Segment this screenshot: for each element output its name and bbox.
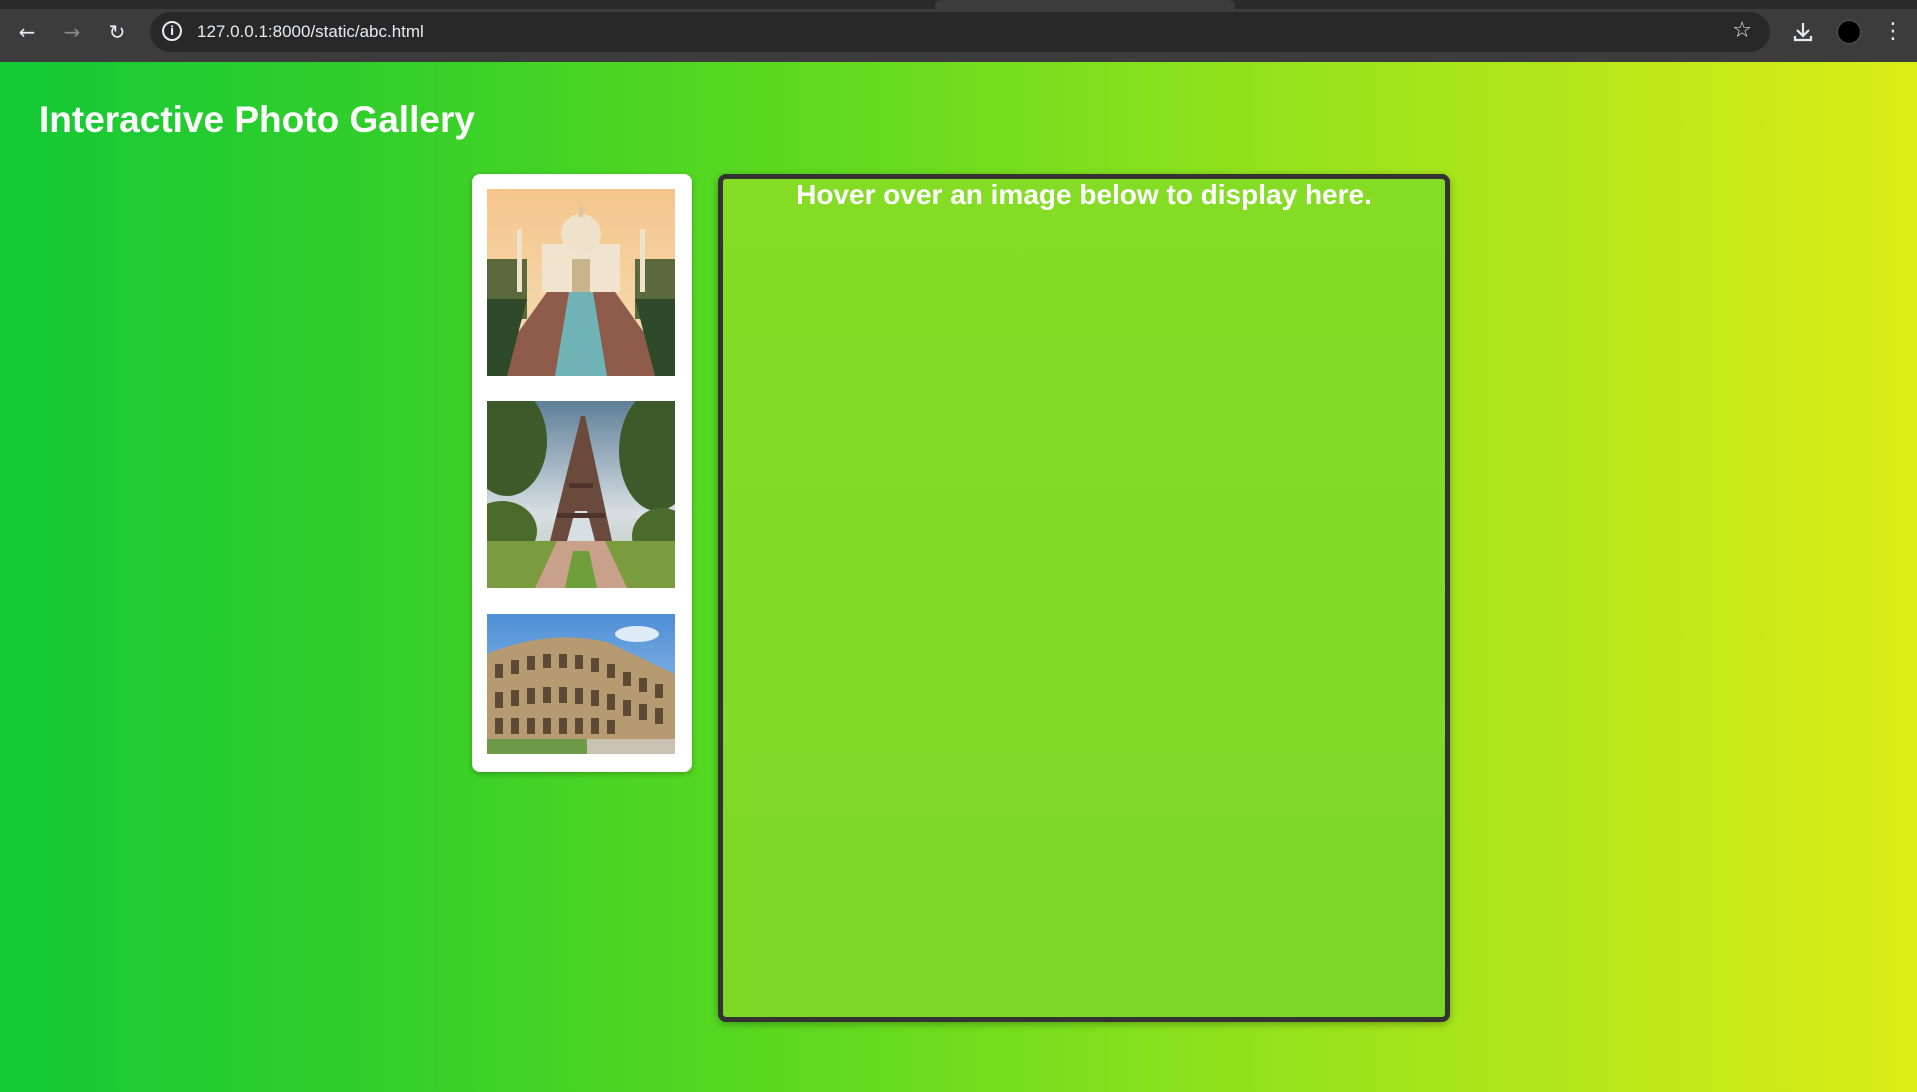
address-bar[interactable]: i 127.0.0.1:8000/static/abc.html ☆ xyxy=(150,12,1770,52)
url-text[interactable]: 127.0.0.1:8000/static/abc.html xyxy=(197,22,424,42)
menu-dots-icon[interactable]: ⋮ xyxy=(1878,15,1908,49)
thumbnail-colosseum[interactable] xyxy=(487,614,675,754)
thumbnail-panel xyxy=(472,174,692,772)
back-icon[interactable]: ← xyxy=(10,15,44,49)
display-panel: Hover over an image below to display her… xyxy=(718,174,1450,1022)
thumbnail-taj-mahal[interactable] xyxy=(487,189,675,376)
profile-avatar[interactable] xyxy=(1837,20,1861,44)
display-placeholder-text: Hover over an image below to display her… xyxy=(796,179,1372,210)
active-tab[interactable] xyxy=(935,0,1235,9)
site-info-icon[interactable]: i xyxy=(162,21,182,41)
download-icon[interactable] xyxy=(1786,15,1820,49)
thumbnail-eiffel-tower[interactable] xyxy=(487,401,675,588)
reload-icon[interactable]: ↻ xyxy=(100,15,134,49)
bookmark-star-icon[interactable]: ☆ xyxy=(1732,18,1752,43)
tab-strip xyxy=(0,0,1917,9)
page-body: Interactive Photo Gallery Hover over an … xyxy=(0,62,1917,1092)
page-title: Interactive Photo Gallery xyxy=(39,99,475,140)
browser-toolbar: ← → ↻ i 127.0.0.1:8000/static/abc.html ☆… xyxy=(0,0,1917,62)
forward-icon[interactable]: → xyxy=(55,15,89,49)
